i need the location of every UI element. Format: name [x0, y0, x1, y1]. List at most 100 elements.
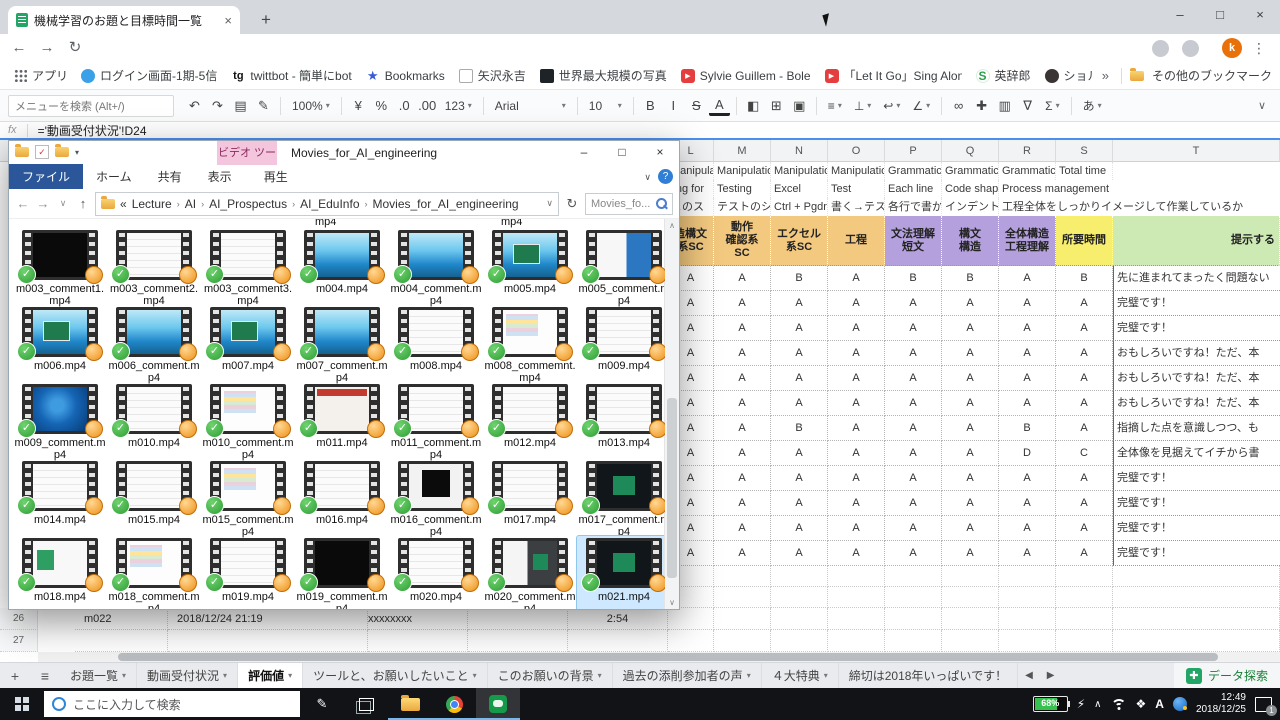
- insert-comment-button[interactable]: ✚: [971, 94, 992, 118]
- apps-shortcut[interactable]: アプリ: [8, 67, 74, 84]
- header-cell[interactable]: Ctrl + Pgdn: [771, 198, 828, 216]
- increase-decimals-button[interactable]: .00: [417, 94, 438, 118]
- window-maximize-button[interactable]: □: [1200, 0, 1240, 30]
- bookmark-item[interactable]: ▶「Let It Go」Sing Along: [818, 64, 969, 87]
- file-item[interactable]: ✓m008_commemnt.mp4: [483, 305, 577, 382]
- column-header-P[interactable]: P: [885, 140, 942, 162]
- row26-cell[interactable]: [942, 608, 999, 630]
- grade-cell[interactable]: A: [828, 366, 885, 391]
- grade-cell[interactable]: A: [828, 316, 885, 341]
- grade-cell[interactable]: A: [1056, 541, 1113, 566]
- row26-cell[interactable]: [828, 608, 885, 630]
- sheet-tab[interactable]: 締切は2018年いっぱいです！: [839, 663, 1018, 689]
- font-family-select[interactable]: Arial▾: [490, 94, 571, 118]
- grade-cell[interactable]: A: [1056, 366, 1113, 391]
- header-cell[interactable]: Excel: [771, 180, 828, 198]
- blue-app-tray-icon[interactable]: [1173, 697, 1187, 711]
- grade-cell[interactable]: A: [714, 516, 771, 541]
- zoom-select[interactable]: 100%▾: [287, 94, 335, 118]
- breadcrumb-item[interactable]: AI_Prospectus: [209, 197, 287, 211]
- grade-cell[interactable]: A: [885, 491, 942, 516]
- add-sheet-button[interactable]: +: [0, 668, 30, 684]
- empty-cell[interactable]: [1056, 587, 1113, 608]
- grade-cell[interactable]: A: [771, 316, 828, 341]
- header-cell[interactable]: Manipulatio: [771, 162, 828, 180]
- grade-cell[interactable]: A: [942, 441, 999, 466]
- grade-cell[interactable]: A: [714, 391, 771, 416]
- nav-up-icon[interactable]: ↑: [75, 196, 91, 211]
- file-item[interactable]: ✓m003_comment3.mp4: [201, 228, 295, 305]
- grade-cell[interactable]: A: [828, 541, 885, 566]
- input-tools-select[interactable]: あ▾: [1078, 94, 1107, 118]
- file-item[interactable]: ✓m007.mp4: [201, 305, 295, 382]
- file-item[interactable]: ✓m011_comment.mp4: [389, 382, 483, 459]
- file-item[interactable]: ✓m012.mp4: [483, 382, 577, 459]
- bookmark-item[interactable]: 矢沢永吉: [452, 64, 533, 87]
- horizontal-scrollbar[interactable]: [38, 652, 1280, 662]
- row27-cell[interactable]: [668, 630, 714, 652]
- file-item[interactable]: ✓m020_comment.mp4: [483, 536, 577, 609]
- grade-cell[interactable]: A: [942, 416, 999, 441]
- profile-avatar[interactable]: k: [1222, 38, 1242, 58]
- scroll-down-icon[interactable]: ∨: [665, 598, 679, 607]
- grade-cell[interactable]: A: [771, 291, 828, 316]
- bookmark-item[interactable]: ★Bookmarks: [359, 66, 452, 86]
- column-header-O[interactable]: O: [828, 140, 885, 162]
- bookmark-item[interactable]: tgtwittbot - 簡単にbot: [224, 64, 358, 87]
- row27-cell[interactable]: [999, 630, 1056, 652]
- comment-cell[interactable]: 全体像を見据えてイチから書: [1113, 441, 1280, 466]
- column-header-R[interactable]: R: [999, 140, 1056, 162]
- decrease-decimals-button[interactable]: .0: [394, 94, 415, 118]
- colored-header-cell[interactable]: 文法理解 短文: [885, 216, 942, 266]
- fill-color-button[interactable]: ◧: [743, 94, 764, 118]
- grade-cell[interactable]: A: [999, 266, 1056, 291]
- explorer-close-button[interactable]: ×: [641, 141, 679, 163]
- row26-cell[interactable]: 2:54: [568, 608, 668, 630]
- header-cell[interactable]: Grammatica: [885, 162, 942, 180]
- formula-input[interactable]: ='動画受付状況'!D24: [38, 122, 147, 139]
- functions-select[interactable]: Σ▾: [1040, 94, 1064, 118]
- grade-cell[interactable]: A: [714, 341, 771, 366]
- grade-cell[interactable]: A: [885, 391, 942, 416]
- create-filter-button[interactable]: ∇: [1017, 94, 1038, 118]
- file-item[interactable]: ✓m008.mp4: [389, 305, 483, 382]
- grade-cell[interactable]: A: [942, 466, 999, 491]
- grade-cell[interactable]: A: [885, 466, 942, 491]
- header-cell[interactable]: Grammatica: [999, 162, 1056, 180]
- grade-cell[interactable]: D: [999, 441, 1056, 466]
- grade-cell[interactable]: A: [885, 291, 942, 316]
- strikethrough-button[interactable]: S: [686, 94, 707, 118]
- header-cell[interactable]: 各行で書か: [885, 198, 942, 216]
- grade-cell[interactable]: A: [999, 391, 1056, 416]
- empty-cell[interactable]: [999, 587, 1056, 608]
- grade-cell[interactable]: B: [1056, 266, 1113, 291]
- sheet-tab[interactable]: ４大特典▾: [762, 663, 839, 689]
- ribbon-tab[interactable]: 再生: [251, 164, 301, 189]
- colored-header-cell[interactable]: 動作 確認系 SC: [714, 216, 771, 266]
- file-item[interactable]: ✓m018.mp4: [13, 536, 107, 609]
- help-icon[interactable]: ?: [658, 169, 673, 184]
- window-minimize-button[interactable]: –: [1160, 0, 1200, 30]
- file-item[interactable]: ✓m003_comment2.mp4: [107, 228, 201, 305]
- grade-cell[interactable]: A: [999, 316, 1056, 341]
- row27-cell[interactable]: [828, 630, 885, 652]
- grade-cell[interactable]: A: [714, 466, 771, 491]
- grade-cell[interactable]: A: [999, 491, 1056, 516]
- address-dropdown-icon[interactable]: ∨: [546, 198, 553, 209]
- grade-cell[interactable]: A: [771, 366, 828, 391]
- file-item[interactable]: ✓m021.mp4: [577, 536, 665, 609]
- row26-cell[interactable]: [1113, 608, 1280, 630]
- row27-cell[interactable]: [75, 630, 168, 652]
- extension-icon[interactable]: [1152, 40, 1169, 57]
- folder-icon[interactable]: [15, 147, 29, 157]
- taskbar-file-explorer[interactable]: [388, 688, 432, 720]
- format-currency-button[interactable]: ¥: [348, 94, 369, 118]
- row26-cell[interactable]: [1056, 608, 1113, 630]
- grade-cell[interactable]: A: [714, 416, 771, 441]
- grade-cell[interactable]: A: [1056, 316, 1113, 341]
- grade-cell[interactable]: A: [999, 291, 1056, 316]
- header-cell[interactable]: Grammatica: [942, 162, 999, 180]
- grade-cell[interactable]: A: [828, 416, 885, 441]
- tab-scroll-left-icon[interactable]: ◀: [1018, 670, 1040, 681]
- comment-cell[interactable]: 完璧です！: [1113, 291, 1280, 316]
